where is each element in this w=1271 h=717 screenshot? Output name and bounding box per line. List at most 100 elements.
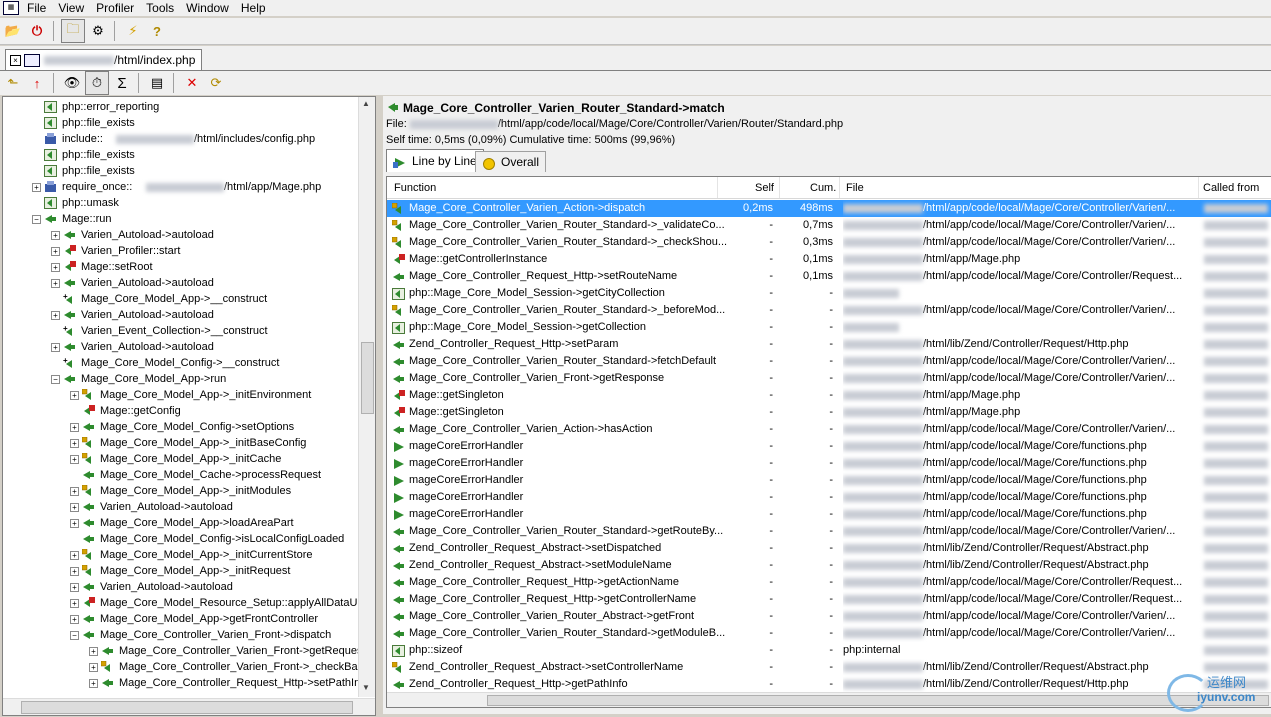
column-header-self[interactable]: Self [755, 182, 774, 194]
tree-node[interactable]: + Mage_Core_Model_Config->__construct [3, 355, 359, 371]
column-header-function[interactable]: Function [394, 182, 436, 194]
tree-node[interactable]: + Varien_Autoload->autoload [3, 579, 359, 595]
table-row[interactable]: Mage::getControllerInstance - 0,1ms/html/a… [387, 251, 1271, 268]
column-divider[interactable] [1198, 177, 1199, 198]
tree-node[interactable]: + Mage_Core_Model_Resource_Setup::applyAl… [3, 595, 359, 611]
table-row[interactable]: Mage_Core_Controller_Varien_Router_Stand… [387, 302, 1271, 319]
tree-node[interactable]: + require_once::/html/app/Mage.php [3, 179, 359, 195]
tree-node[interactable]: + Varien_Autoload->autoload [3, 499, 359, 515]
tree-node[interactable]: + Mage_Core_Controller_Varien_Front->_che… [3, 659, 359, 675]
table-row[interactable]: Mage_Core_Controller_Varien_Front->getRe… [387, 370, 1271, 387]
binoculars-icon[interactable]: 👁 [61, 72, 83, 94]
table-row[interactable]: Mage_Core_Controller_Varien_Router_Stand… [387, 625, 1271, 642]
tab-overall[interactable]: Overall [475, 151, 547, 172]
tree-node[interactable]: Mage_Core_Model_Config->isLocalConfigLoa… [3, 531, 359, 547]
tab-line-by-line[interactable]: Line by Line [386, 149, 484, 172]
tree-node[interactable]: + Mage_Core_Model_App->_initBaseConfig [3, 435, 359, 451]
table-row[interactable]: Zend_Controller_Request_Abstract->setMod… [387, 557, 1271, 574]
columns-icon[interactable]: ▤ [146, 72, 168, 94]
call-tree[interactable]: php::error_reporting php::file_exists incl… [3, 99, 359, 691]
table-row[interactable]: Mage::getSingleton - - /html/app/Mage.php [387, 404, 1271, 421]
arrow-up-icon[interactable]: ↑ [26, 72, 48, 94]
table-row[interactable]: php::sizeof - - php:internal [387, 642, 1271, 659]
tree-node[interactable]: + Mage_Core_Model_App->_initCurrentStore [3, 547, 359, 563]
expand-icon[interactable]: + [89, 663, 98, 672]
expand-icon[interactable]: + [89, 679, 98, 688]
tree-node[interactable]: + Mage_Core_Model_App->getFrontController [3, 611, 359, 627]
connect-icon[interactable]: ⏻ [26, 20, 48, 42]
table-row[interactable]: Mage_Core_Controller_Varien_Router_Stand… [387, 234, 1271, 251]
table-row[interactable]: Zend_Controller_Request_Http->getPathInf… [387, 676, 1271, 693]
tree-node[interactable]: + Mage_Core_Model_Config->setOptions [3, 419, 359, 435]
table-row[interactable]: Zend_Controller_Request_Abstract->setDis… [387, 540, 1271, 557]
expand-icon[interactable]: + [51, 311, 60, 320]
grid-hscroll-thumb[interactable] [487, 695, 1269, 706]
refresh-icon[interactable]: ⟳ [205, 72, 227, 94]
table-row[interactable]: php::Mage_Core_Model_Session->getCollect… [387, 319, 1271, 336]
table-row[interactable]: Mage_Core_Controller_Request_Http->getCo… [387, 591, 1271, 608]
column-divider[interactable] [779, 177, 780, 198]
tree-node[interactable]: Mage_Core_Model_Cache->processRequest [3, 467, 359, 483]
table-row[interactable]: Zend_Controller_Request_Abstract->setCon… [387, 659, 1271, 676]
table-row[interactable]: Mage::getSingleton - - /html/app/Mage.php [387, 387, 1271, 404]
expand-icon[interactable]: + [51, 343, 60, 352]
expand-icon[interactable]: + [51, 231, 60, 240]
tree-node[interactable]: + Mage_Core_Model_App->_initModules [3, 483, 359, 499]
tree-node[interactable]: php::file_exists [3, 115, 359, 131]
tree-node[interactable]: + Varien_Autoload->autoload [3, 307, 359, 323]
table-row[interactable]: Mage_Core_Controller_Request_Http->getAc… [387, 574, 1271, 591]
tree-node[interactable]: php::error_reporting [3, 99, 359, 115]
expand-icon[interactable]: + [70, 423, 79, 432]
menu-tools[interactable]: Tools [142, 1, 182, 15]
expand-icon[interactable]: + [51, 279, 60, 288]
tree-node[interactable]: + Mage_Core_Controller_Varien_Front->getR… [3, 643, 359, 659]
tree-node[interactable]: + Mage_Core_Model_App->loadAreaPart [3, 515, 359, 531]
sum-icon[interactable]: Σ [111, 72, 133, 94]
tree-scroll-thumb[interactable] [361, 342, 374, 414]
tree-node[interactable]: php::file_exists [3, 147, 359, 163]
tree-node[interactable]: + Varien_Profiler::start [3, 243, 359, 259]
expand-icon[interactable]: + [70, 567, 79, 576]
table-row[interactable]: Mage_Core_Controller_Varien_Router_Stand… [387, 523, 1271, 540]
column-header-file[interactable]: File [846, 182, 864, 194]
table-row[interactable]: Mage_Core_Controller_Varien_Action->disp… [387, 200, 1271, 217]
expand-icon[interactable]: + [70, 487, 79, 496]
open-folder-icon[interactable]: 📂 [2, 20, 24, 42]
collapse-icon[interactable]: − [32, 215, 41, 224]
table-row[interactable]: mageCoreErrorHandler - - /html/app/code/loc… [387, 472, 1271, 489]
expand-icon[interactable]: + [70, 455, 79, 464]
tree-node[interactable]: + Mage_Core_Controller_Request_Http->setP… [3, 675, 359, 691]
tree-node[interactable]: + Varien_Event_Collection->__construct [3, 323, 359, 339]
help-icon[interactable]: ? [146, 20, 168, 42]
scroll-up-icon[interactable]: ▲ [362, 99, 370, 108]
tree-vertical-scrollbar[interactable]: ▲ ▼ [358, 97, 375, 697]
tree-hscroll-thumb[interactable] [21, 701, 353, 714]
menu-file[interactable]: File [23, 1, 54, 15]
menu-window[interactable]: Window [182, 1, 237, 15]
tree-node[interactable]: Mage::getConfig [3, 403, 359, 419]
column-divider[interactable] [839, 177, 840, 198]
scroll-down-icon[interactable]: ▼ [362, 683, 370, 692]
collapse-icon[interactable]: − [51, 375, 60, 384]
expand-icon[interactable]: + [70, 599, 79, 608]
tree-node[interactable]: + Varien_Autoload->autoload [3, 339, 359, 355]
tree-node[interactable]: + Mage_Core_Model_App->__construct [3, 291, 359, 307]
tree-horizontal-scrollbar[interactable] [3, 698, 375, 715]
tree-node[interactable]: − Mage::run [3, 211, 359, 227]
browse-folder-icon[interactable]: 🗀 [61, 19, 85, 43]
table-row[interactable]: Mage_Core_Controller_Varien_Router_Stand… [387, 217, 1271, 234]
grid-horizontal-scrollbar[interactable] [387, 692, 1271, 707]
expand-icon[interactable]: + [70, 615, 79, 624]
go-parent-icon[interactable]: ⬑ [2, 72, 24, 94]
menu-profiler[interactable]: Profiler [92, 1, 142, 15]
flash-icon[interactable]: ⚡ [122, 20, 144, 42]
stopwatch-icon[interactable]: ⏱ [85, 71, 109, 95]
settings-icon[interactable]: ⚙ [87, 20, 109, 42]
expand-icon[interactable]: + [70, 503, 79, 512]
tree-node[interactable]: php::umask [3, 195, 359, 211]
expand-icon[interactable]: + [70, 519, 79, 528]
tree-node[interactable]: + Mage_Core_Model_App->_initRequest [3, 563, 359, 579]
expand-icon[interactable]: + [51, 247, 60, 256]
table-row[interactable]: Mage_Core_Controller_Request_Http->setRo… [387, 268, 1271, 285]
pane-splitter[interactable] [376, 96, 382, 714]
